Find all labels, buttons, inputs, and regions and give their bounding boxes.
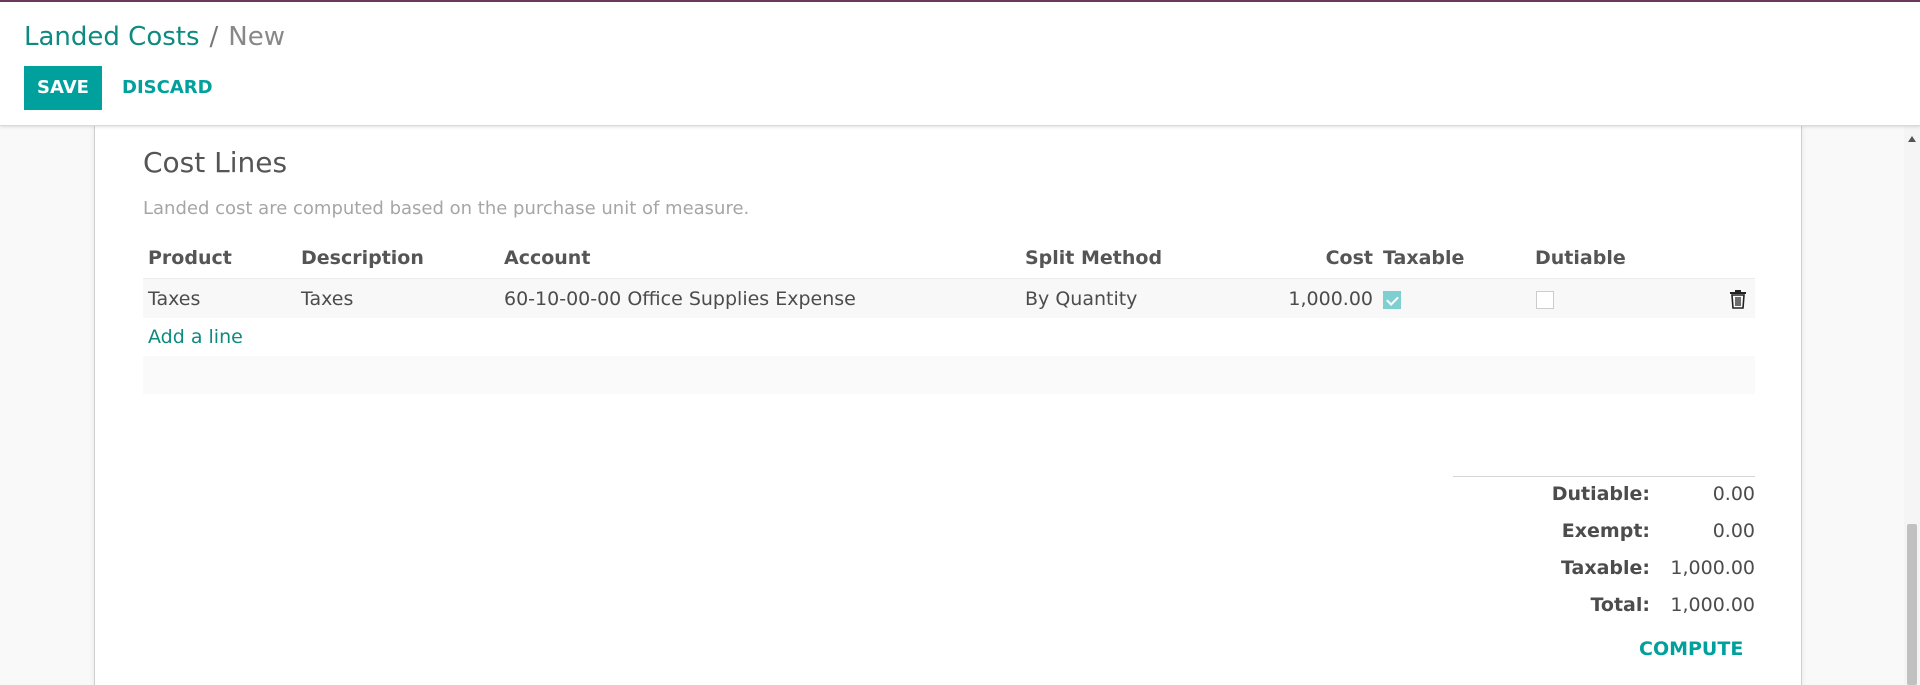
- taxable-checkbox[interactable]: [1383, 291, 1401, 309]
- cell-cost[interactable]: 1,000.00: [1288, 279, 1373, 319]
- total-taxable-value: 1,000.00: [1670, 557, 1755, 579]
- column-header-taxable[interactable]: Taxable: [1383, 238, 1464, 278]
- form-sheet: Cost Lines Landed cost are computed base…: [94, 126, 1802, 685]
- column-header-split-method[interactable]: Split Method: [1025, 238, 1162, 278]
- add-line-link[interactable]: Add a line: [143, 318, 1755, 356]
- table-row[interactable]: Taxes Taxes 60-10-00-00 Office Supplies …: [143, 278, 1755, 318]
- trash-icon[interactable]: [1729, 289, 1747, 309]
- column-header-account[interactable]: Account: [504, 238, 590, 278]
- help-text: Landed cost are computed based on the pu…: [143, 198, 750, 219]
- save-button[interactable]: SAVE: [24, 66, 102, 110]
- cell-split-method[interactable]: By Quantity: [1025, 279, 1137, 319]
- column-header-description[interactable]: Description: [301, 238, 424, 278]
- section-title: Cost Lines: [143, 146, 288, 179]
- cell-product[interactable]: Taxes: [148, 279, 200, 319]
- total-taxable-row: Taxable: 1,000.00: [1453, 551, 1755, 588]
- totals-summary: Dutiable: 0.00 Exempt: 0.00 Taxable: 1,0…: [1453, 476, 1755, 625]
- column-header-dutiable[interactable]: Dutiable: [1535, 238, 1626, 278]
- cell-account[interactable]: 60-10-00-00 Office Supplies Expense: [504, 279, 856, 319]
- dutiable-checkbox[interactable]: [1536, 291, 1554, 309]
- total-row: Total: 1,000.00: [1453, 588, 1755, 625]
- breadcrumb-landed-costs[interactable]: Landed Costs: [24, 22, 200, 52]
- cost-lines-table: Product Description Account Split Method…: [143, 238, 1755, 394]
- total-dutiable-label: Dutiable:: [1551, 483, 1650, 505]
- column-header-product[interactable]: Product: [148, 238, 232, 278]
- cell-description[interactable]: Taxes: [301, 279, 353, 319]
- total-dutiable-row: Dutiable: 0.00: [1453, 477, 1755, 514]
- total-exempt-label: Exempt:: [1561, 520, 1650, 542]
- total-exempt-value: 0.00: [1712, 520, 1755, 542]
- scrollbar[interactable]: [1904, 126, 1920, 685]
- total-value: 1,000.00: [1670, 594, 1755, 616]
- total-taxable-label: Taxable:: [1560, 557, 1650, 579]
- column-header-cost[interactable]: Cost: [1326, 238, 1373, 278]
- chevron-up-icon[interactable]: [1908, 136, 1916, 142]
- total-label: Total:: [1590, 594, 1650, 616]
- control-panel: Landed Costs / New SAVE DISCARD: [0, 2, 1920, 126]
- compute-button[interactable]: COMPUTE: [1639, 638, 1743, 660]
- breadcrumb-separator: /: [209, 22, 219, 52]
- total-exempt-row: Exempt: 0.00: [1453, 514, 1755, 551]
- breadcrumb-current: New: [228, 22, 285, 52]
- table-header: Product Description Account Split Method…: [143, 238, 1755, 278]
- discard-button[interactable]: DISCARD: [112, 66, 223, 110]
- total-dutiable-value: 0.00: [1712, 483, 1755, 505]
- breadcrumb: Landed Costs / New: [24, 20, 285, 54]
- scrollbar-thumb[interactable]: [1907, 524, 1917, 685]
- empty-row: [143, 356, 1755, 394]
